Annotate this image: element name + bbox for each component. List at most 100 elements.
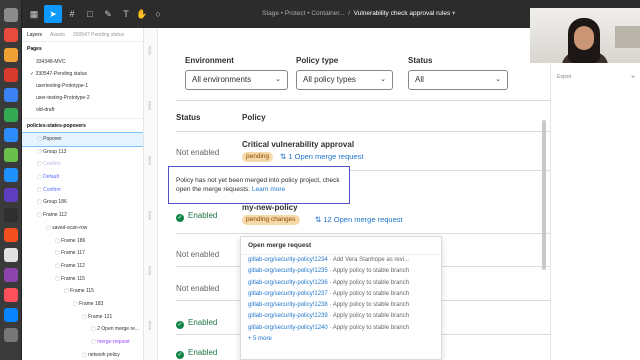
layer-item[interactable]: ▢ Popover xyxy=(22,132,143,147)
layer-item[interactable]: ▢ 2 Open merge re... xyxy=(22,323,143,336)
design-canvas[interactable]: Environment All environments ⌄ Policy ty… xyxy=(158,28,550,360)
page-item[interactable]: usertesting-Prototype-1 xyxy=(22,80,143,92)
status-select[interactable]: All ⌄ xyxy=(408,70,508,90)
merge-request-item[interactable]: gitlab-org/security-policy!1239 · Apply … xyxy=(241,311,441,322)
figma-icon[interactable] xyxy=(4,228,18,242)
breadcrumb[interactable]: Stage • Protect • Container... / Vulnera… xyxy=(262,9,455,17)
file-title[interactable]: Vulnerability check approval rules xyxy=(354,10,451,17)
zoom-icon[interactable] xyxy=(4,128,18,142)
page-item[interactable]: 334348-MVC xyxy=(22,56,143,68)
ruler-tick: 6040 xyxy=(146,321,152,330)
page-item[interactable]: old-draft xyxy=(22,104,143,116)
chevron-down-icon: ⌄ xyxy=(495,76,501,83)
figma-menu-icon[interactable]: ▦ xyxy=(28,8,40,20)
pdf-icon[interactable] xyxy=(4,68,18,82)
app-store-icon[interactable] xyxy=(4,308,18,322)
notes-icon[interactable] xyxy=(4,48,18,62)
trash-icon[interactable] xyxy=(4,328,18,342)
policy-name[interactable]: my-new-policy xyxy=(242,203,298,212)
policy-type-label: Policy type xyxy=(296,56,339,65)
merge-request-ref[interactable]: gitlab-org/security-policy!1239 xyxy=(248,313,328,319)
layer-item[interactable]: ▢ Frame 115 xyxy=(22,285,143,298)
comment-tool-icon[interactable]: ○ xyxy=(152,8,164,20)
show-more-link[interactable]: + 5 more xyxy=(241,334,441,345)
safari-icon[interactable] xyxy=(4,168,18,182)
hand-tool-icon[interactable]: ✋ xyxy=(136,8,148,20)
layer-item[interactable]: ▢ Frame 183 xyxy=(22,298,143,311)
pen-tool-icon[interactable]: ✎ xyxy=(102,8,114,20)
add-export-icon[interactable]: + xyxy=(631,74,635,81)
merge-request-ref[interactable]: gitlab-org/security-policy!1240 xyxy=(248,325,328,331)
text-tool-icon[interactable]: T xyxy=(120,8,132,20)
page-item[interactable]: user-testing-Prototype-2 xyxy=(22,92,143,104)
environment-select-value: All environments xyxy=(192,75,252,84)
merge-request-ref[interactable]: gitlab-org/security-policy!1237 xyxy=(248,291,328,297)
chrome-icon[interactable] xyxy=(4,108,18,122)
merge-request-item[interactable]: gitlab-org/security-policy!1237 · Apply … xyxy=(241,289,441,300)
layer-item[interactable]: ▢ Frame 112 xyxy=(22,209,143,222)
canvas-scrollbar[interactable] xyxy=(542,120,546,270)
tab-assets[interactable]: Assets xyxy=(50,32,65,38)
rectangle-tool-icon[interactable]: □ xyxy=(84,8,96,20)
page-item[interactable]: ✓ 330547-Pending status xyxy=(22,68,143,80)
policy-name[interactable]: Critical vulnerability approval xyxy=(242,140,354,149)
tab-current-page[interactable]: 330547 Pending status xyxy=(73,32,124,38)
layer-item[interactable]: ▢ Group 113 xyxy=(22,146,143,159)
layer-item[interactable]: ▢ Frame 112 xyxy=(22,260,143,273)
merge-request-item[interactable]: gitlab-org/security-policy!1235 · Apply … xyxy=(241,266,441,277)
merge-request-item[interactable]: gitlab-org/security-policy!1236 · Apply … xyxy=(241,278,441,289)
merge-request-link[interactable]: ⇅ 1 Open merge request xyxy=(280,152,363,161)
learn-more-link[interactable]: Learn more xyxy=(252,186,285,193)
merge-request-link[interactable]: ⇅ 12 Open merge request xyxy=(315,215,403,224)
layer-item[interactable]: ▢ Frame 117 xyxy=(22,247,143,260)
policy-popover: Policy has not yet been merged into poli… xyxy=(168,166,350,204)
merge-request-item[interactable]: gitlab-org/security-policy!1234 · Add Ve… xyxy=(241,255,441,266)
layer-item[interactable]: ▢ Frame 121 xyxy=(22,311,143,324)
mail-icon[interactable] xyxy=(4,88,18,102)
layer-item[interactable]: ▢ merge-request xyxy=(22,336,143,349)
breadcrumb-path[interactable]: Stage • Protect • Container... xyxy=(262,10,345,17)
layer-label: 2 Open merge re... xyxy=(97,326,140,333)
calendar-app-icon[interactable] xyxy=(4,248,18,262)
layer-item[interactable]: ▢ Confirm xyxy=(22,184,143,197)
messages-icon[interactable] xyxy=(4,148,18,162)
chevron-down-icon: ⌄ xyxy=(275,76,281,83)
finder-icon[interactable] xyxy=(4,8,18,22)
video-call-overlay xyxy=(530,8,640,63)
layer-item[interactable]: ▢ Confirm xyxy=(22,158,143,171)
frame-tool-icon[interactable]: # xyxy=(66,8,78,20)
slack-icon[interactable] xyxy=(4,188,18,202)
layer-label: Frame 115 xyxy=(61,275,85,282)
status-text: Enabled xyxy=(188,318,218,327)
layer-item[interactable]: ▢ saved-scan-row xyxy=(22,222,143,235)
export-label[interactable]: Export xyxy=(557,74,571,80)
layer-item[interactable]: ▢ Frame 186 xyxy=(22,235,143,248)
calendar-icon[interactable] xyxy=(4,28,18,42)
merge-request-item[interactable]: gitlab-org/security-policy!1238 · Apply … xyxy=(241,300,441,311)
terminal-icon[interactable] xyxy=(4,208,18,222)
layer-item[interactable]: ▢ network policy xyxy=(22,349,143,360)
layers-header[interactable]: policies-states-popovers xyxy=(22,118,143,133)
layer-item[interactable]: ▢ Default xyxy=(22,171,143,184)
merge-request-title: · Apply policy to stable branch xyxy=(327,302,410,309)
tab-layers[interactable]: Layers xyxy=(27,32,42,38)
move-tool-icon[interactable]: ➤ xyxy=(44,5,62,23)
layer-label: Frame 121 xyxy=(88,313,113,320)
video-shelf xyxy=(615,26,640,48)
ruler-tick: 6000 xyxy=(146,211,152,220)
music-icon[interactable] xyxy=(4,288,18,302)
merge-request-ref[interactable]: gitlab-org/security-policy!1238 xyxy=(248,302,328,308)
merge-request-ref[interactable]: gitlab-org/security-policy!1235 xyxy=(248,268,328,274)
podcasts-icon[interactable] xyxy=(4,268,18,282)
table-top-divider xyxy=(176,100,550,101)
environment-select[interactable]: All environments ⌄ xyxy=(185,70,288,90)
status-cell: ✓ Enabled xyxy=(176,348,217,359)
layer-item[interactable]: ▢ Group 186 xyxy=(22,196,143,209)
merge-request-ref[interactable]: gitlab-org/security-policy!1236 xyxy=(248,280,328,286)
merge-request-ref[interactable]: gitlab-org/security-policy!1234 xyxy=(248,257,328,263)
merge-request-item[interactable]: gitlab-org/security-policy!1240 · Apply … xyxy=(241,323,441,334)
ruler-tick: 5940 xyxy=(146,46,152,55)
layer-label: merge-request xyxy=(97,339,130,345)
layer-item[interactable]: ▢ Frame 115 xyxy=(22,273,143,286)
policy-type-select[interactable]: All policy types ⌄ xyxy=(296,70,393,90)
